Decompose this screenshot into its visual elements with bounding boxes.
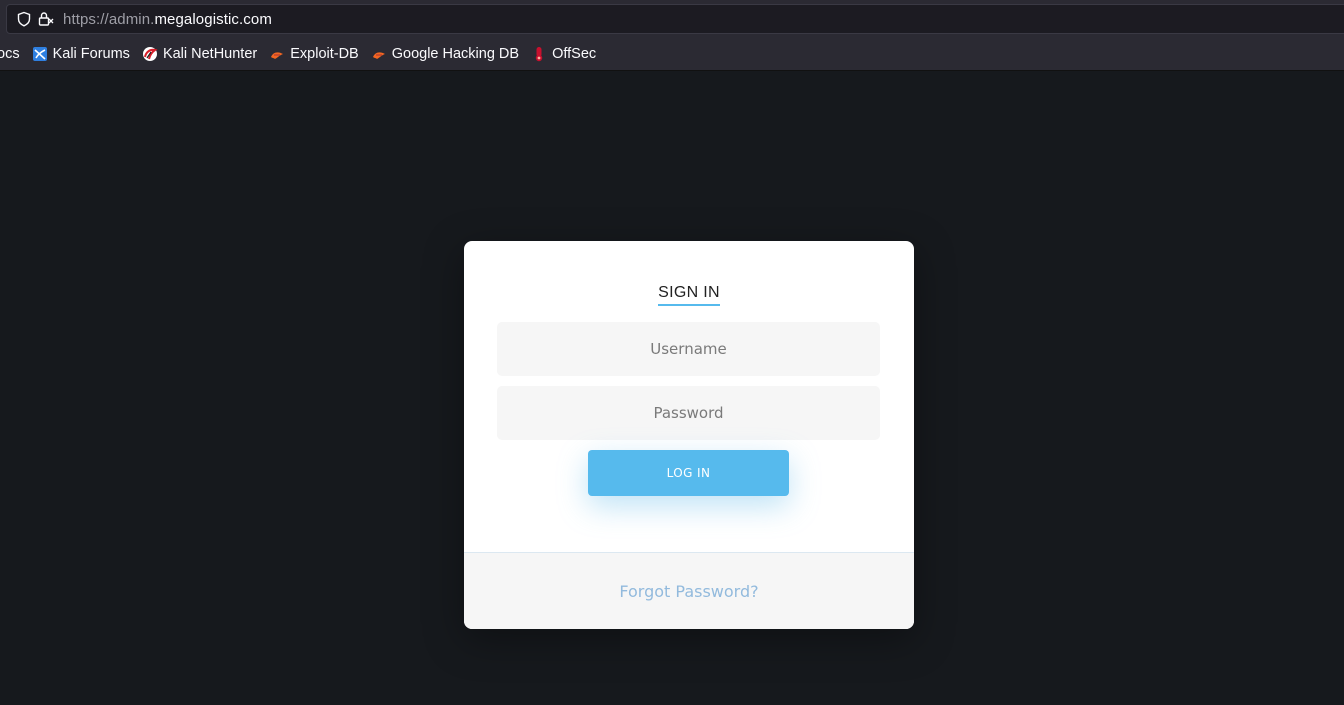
offsec-icon — [531, 46, 547, 62]
bookmark-label: Kali NetHunter — [162, 46, 258, 62]
login-card-footer: Forgot Password? — [464, 552, 914, 629]
browser-toolbar: https://admin.megalogistic.com — [0, 0, 1344, 38]
bookmark-label: Kali Forums — [52, 46, 130, 62]
bookmark-label: Exploit-DB — [290, 46, 359, 62]
sign-in-title: SIGN IN — [658, 284, 720, 306]
bookmark-label: ocs — [0, 46, 20, 62]
url-text[interactable]: https://admin.megalogistic.com — [63, 11, 272, 28]
lock-icon[interactable] — [35, 4, 57, 34]
forgot-password-link[interactable]: Forgot Password? — [619, 582, 758, 601]
bookmark-google-hacking-db[interactable]: Google Hacking DB — [371, 38, 520, 70]
bookmark-docs[interactable]: ocs — [0, 38, 20, 70]
shield-icon[interactable] — [13, 4, 35, 34]
sign-in-heading-wrap: SIGN IN — [464, 284, 914, 306]
bookmark-kali-forums[interactable]: Kali Forums — [32, 38, 130, 70]
bookmark-offsec[interactable]: OffSec — [531, 38, 597, 70]
log-in-button[interactable]: LOG IN — [588, 450, 789, 496]
address-bar[interactable]: https://admin.megalogistic.com — [6, 4, 1344, 34]
bookmark-label: OffSec — [552, 46, 597, 62]
kali-forums-icon — [32, 46, 48, 62]
password-input[interactable] — [497, 386, 880, 440]
bookmark-kali-nethunter[interactable]: Kali NetHunter — [142, 38, 258, 70]
bookmark-exploit-db[interactable]: Exploit-DB — [269, 38, 359, 70]
url-prefix: https://admin. — [63, 10, 155, 28]
ghdb-icon — [371, 46, 387, 62]
login-card: SIGN IN LOG IN Forgot Password? — [464, 241, 914, 629]
exploit-db-icon — [269, 46, 285, 62]
kali-nethunter-icon — [142, 46, 158, 62]
username-input[interactable] — [497, 322, 880, 376]
bookmark-label: Google Hacking DB — [391, 46, 520, 62]
url-domain: megalogistic.com — [154, 10, 272, 28]
bookmarks-toolbar: ocs Kali Forums Kali NetHunter Exploit-D… — [0, 38, 1344, 71]
